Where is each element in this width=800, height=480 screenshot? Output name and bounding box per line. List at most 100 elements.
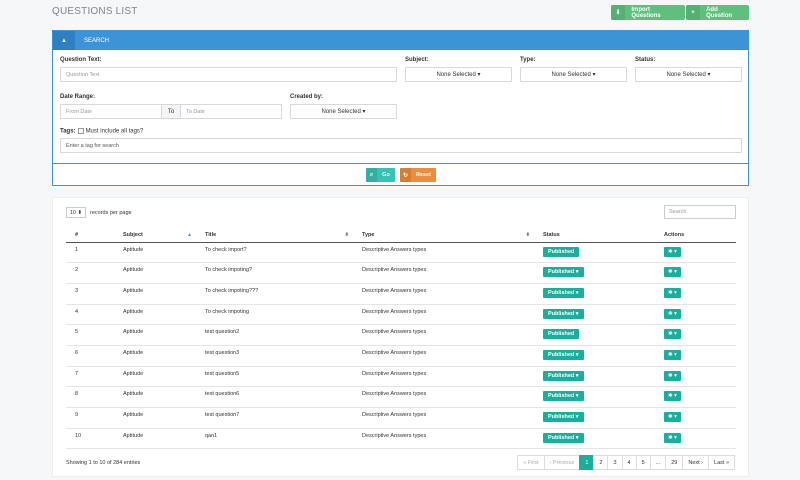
type-select[interactable]: None Selected ▾ <box>520 67 627 82</box>
column-header-actions-label: Actions <box>664 232 685 239</box>
go-button[interactable]: ⌕ Go <box>366 168 395 182</box>
search-icon: ⌕ <box>366 168 377 182</box>
question-text-input[interactable]: Question Text <box>60 67 397 82</box>
row-title: test question5 <box>196 366 353 388</box>
search-panel-header[interactable]: ▲ SEARCH <box>53 31 748 50</box>
caret-down-icon: ▾ <box>672 289 677 296</box>
search-panel-title: SEARCH <box>84 37 110 44</box>
actions-dropdown-button[interactable]: ✱ ▾ <box>664 412 681 422</box>
pagination-page[interactable]: 3 <box>607 455 623 470</box>
tags-label: Tags: <box>60 128 76 135</box>
status-select[interactable]: None Selected ▾ <box>635 67 742 82</box>
must-include-checkbox[interactable] <box>77 128 84 134</box>
pagination-first[interactable]: « First <box>517 455 545 470</box>
pagination-page[interactable]: 4 <box>621 455 637 470</box>
reset-button[interactable]: ↻ Reset <box>400 168 436 182</box>
row-subject: Aptitude <box>114 304 196 326</box>
actions-dropdown-button[interactable]: ✱ ▾ <box>664 432 681 443</box>
status-dropdown-button[interactable]: Published <box>543 329 580 340</box>
actions-dropdown-button[interactable]: ✱ ▾ <box>664 391 681 402</box>
table-search-input[interactable]: Search <box>664 205 736 219</box>
questions-table-panel: 10 ⬍ records per page Search # Subject ▲ … <box>52 197 749 477</box>
actions-dropdown-button[interactable]: ✱ ▾ <box>664 370 681 381</box>
status-dropdown-button[interactable]: Published ▾ <box>543 308 584 319</box>
reset-label: Reset <box>416 172 431 178</box>
row-subject: Aptitude <box>114 324 196 346</box>
tag-input[interactable]: Enter a tag for search <box>60 138 742 153</box>
pagination-last[interactable]: Last » <box>708 455 735 470</box>
to-date-input[interactable]: To Date <box>180 104 282 119</box>
actions-dropdown-button[interactable]: ✱ ▾ <box>664 308 681 319</box>
row-subject: Aptitude <box>114 386 196 408</box>
row-status-cell: Published ▾ <box>534 345 655 367</box>
type-select-value: None Selected <box>551 71 591 78</box>
divider <box>53 163 748 164</box>
status-dropdown-button[interactable]: Published ▾ <box>543 432 584 443</box>
row-subject: Aptitude <box>114 345 196 367</box>
subject-select-value: None Selected <box>436 71 476 78</box>
pagination-previous[interactable]: ‹ Previous <box>543 455 581 470</box>
caret-down-icon: ▾ <box>672 414 677 420</box>
pagination-page[interactable]: 1 <box>579 455 595 470</box>
status-dropdown-button[interactable]: Published ▾ <box>543 412 584 422</box>
status-dropdown-button[interactable]: Published ▾ <box>543 391 584 402</box>
column-header-title[interactable]: Title ⬍ <box>196 229 353 243</box>
row-number: 3 <box>66 283 114 305</box>
column-header-type[interactable]: Type ⬍ <box>353 229 534 243</box>
status-dropdown-button[interactable]: Published ▾ <box>543 287 584 298</box>
row-type: Descriptive Answers types <box>353 262 534 284</box>
row-title: test question7 <box>196 407 353 429</box>
actions-dropdown-button[interactable]: ✱ ▾ <box>664 267 681 278</box>
column-header-title-label: Title <box>205 232 217 239</box>
caret-down-icon: ▾ <box>574 269 579 276</box>
created-by-select[interactable]: None Selected ▾ <box>290 104 397 119</box>
plus-icon: + <box>686 5 701 20</box>
import-questions-button[interactable]: ⬇ Import Questions <box>611 5 685 20</box>
pagination: « First ‹ Previous 1 2 3 4 5... 29 Next › Last » <box>517 455 735 470</box>
table-row: 7 Aptitude test question5 Descriptive Answe… <box>66 366 736 388</box>
table-row: 4 Aptitude To check impoting Descriptive An… <box>66 304 736 326</box>
row-title: To check impoting??? <box>196 283 353 305</box>
actions-dropdown-button[interactable]: ✱ ▾ <box>664 349 681 360</box>
table-row: 2 Aptitude To check impoting? Descriptive A… <box>66 262 736 284</box>
table-row: 1 Aptitude To check import? Descriptive Ans… <box>66 242 736 264</box>
status-dropdown-button[interactable]: Published ▾ <box>543 370 584 381</box>
column-header-number[interactable]: # <box>66 229 114 243</box>
row-actions-cell: ✱ ▾ <box>655 345 736 367</box>
chevron-up-icon[interactable]: ▲ <box>53 31 75 50</box>
pagination-next[interactable]: Next › <box>682 455 710 470</box>
column-header-subject[interactable]: Subject ▲ <box>114 229 196 243</box>
pagination-page[interactable]: 29 <box>665 455 684 470</box>
status-label: Published <box>548 269 575 276</box>
column-header-status[interactable]: Status <box>534 229 655 243</box>
tags-row: Tags: Must include all tags? <box>60 128 143 135</box>
type-label: Type: <box>520 57 536 63</box>
row-type: Descriptive Answers types <box>353 324 534 346</box>
status-dropdown-button[interactable]: Published ▾ <box>543 349 584 360</box>
status-label: Published <box>548 248 575 255</box>
row-status-cell: Published <box>534 324 655 346</box>
row-subject: Aptitude <box>114 366 196 388</box>
table-row: 9 Aptitude test question7 Descriptive Answe… <box>66 407 736 429</box>
subject-select[interactable]: None Selected ▾ <box>405 67 512 82</box>
status-dropdown-button[interactable]: Published ▾ <box>543 267 584 278</box>
caret-down-icon: ▾ <box>574 310 579 317</box>
entries-info: Showing 1 to 10 of 284 entries <box>66 460 141 466</box>
pagination-page[interactable]: 2 <box>593 455 609 470</box>
status-label: Published <box>548 414 575 420</box>
actions-dropdown-button[interactable]: ✱ ▾ <box>664 287 681 298</box>
from-date-input[interactable]: From Date <box>60 104 162 119</box>
status-dropdown-button[interactable]: Published <box>543 246 580 257</box>
row-number: 8 <box>66 386 114 408</box>
row-number: 7 <box>66 366 114 388</box>
per-page-select[interactable]: 10 ⬍ <box>66 207 86 218</box>
add-question-button[interactable]: + Add Question <box>686 5 749 20</box>
sort-icon: ⬍ <box>525 232 530 238</box>
caret-down-icon: ▾ <box>574 434 579 441</box>
add-question-label: Add Question <box>706 6 733 19</box>
pagination-page[interactable]: 5 <box>635 455 651 470</box>
subject-label: Subject: <box>405 57 429 63</box>
status-label: Published <box>548 434 575 441</box>
actions-dropdown-button[interactable]: ✱ ▾ <box>664 329 681 340</box>
actions-dropdown-button[interactable]: ✱ ▾ <box>664 246 681 257</box>
